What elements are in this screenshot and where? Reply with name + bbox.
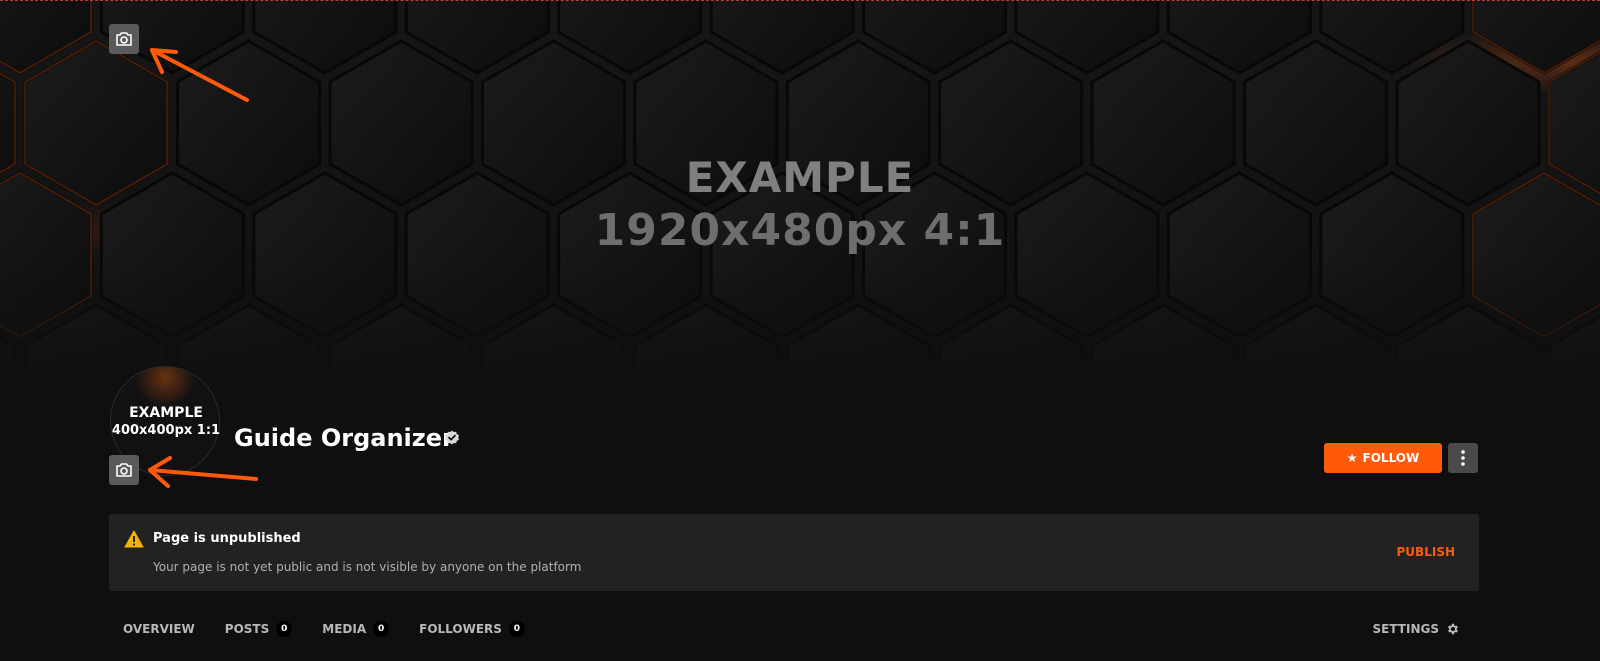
settings-label: SETTINGS (1372, 622, 1440, 636)
notice-description: Your page is not yet public and is not v… (153, 560, 582, 574)
banner-placeholder-size: 1920x480px 4:1 (594, 205, 1006, 256)
avatar-placeholder-size: 400x400px 1:1 (111, 423, 221, 438)
tab-label: FOLLOWERS (419, 622, 502, 636)
page-title: Guide Organizer (234, 424, 454, 452)
tab-media[interactable]: MEDIA 0 (322, 619, 390, 639)
banner-placeholder-title: EXAMPLE (685, 153, 915, 202)
star-icon: ★ (1346, 451, 1358, 465)
profile-page: EXAMPLE 1920x480px 4:1 EXAMPLE 400x400px… (0, 0, 1600, 661)
unpublished-notice: Page is unpublished Your page is not yet… (109, 514, 1479, 591)
posts-count-badge: 0 (276, 621, 293, 637)
gear-icon (1447, 623, 1459, 635)
publish-button[interactable]: PUBLISH (1397, 545, 1455, 559)
tab-label: MEDIA (322, 622, 367, 636)
tab-posts[interactable]: POSTS 0 (224, 619, 293, 639)
change-avatar-button[interactable] (109, 455, 139, 485)
settings-link[interactable]: SETTINGS (1373, 619, 1461, 639)
follow-label: FOLLOW (1362, 451, 1420, 465)
change-banner-button[interactable] (109, 24, 139, 54)
tab-label: POSTS (224, 622, 270, 636)
profile-tabs: OVERVIEW POSTS 0 MEDIA 0 FOLLOWERS 0 (123, 619, 555, 639)
more-vertical-icon (1461, 450, 1465, 466)
followers-count-badge: 0 (508, 621, 525, 637)
notice-title: Page is unpublished (153, 531, 301, 546)
camera-icon (116, 32, 132, 46)
verified-badge-icon (445, 430, 459, 445)
tab-label: OVERVIEW (123, 622, 195, 636)
tab-followers[interactable]: FOLLOWERS 0 (419, 619, 525, 639)
camera-icon (116, 463, 132, 477)
tab-overview[interactable]: OVERVIEW (123, 619, 195, 639)
banner-fade (0, 262, 1600, 382)
media-count-badge: 0 (373, 621, 390, 637)
more-options-button[interactable] (1448, 443, 1478, 473)
cover-banner[interactable]: EXAMPLE 1920x480px 4:1 (0, 0, 1600, 382)
follow-button[interactable]: ★ FOLLOW (1324, 443, 1442, 473)
avatar-placeholder-title: EXAMPLE (129, 405, 203, 421)
warning-icon (124, 530, 144, 548)
